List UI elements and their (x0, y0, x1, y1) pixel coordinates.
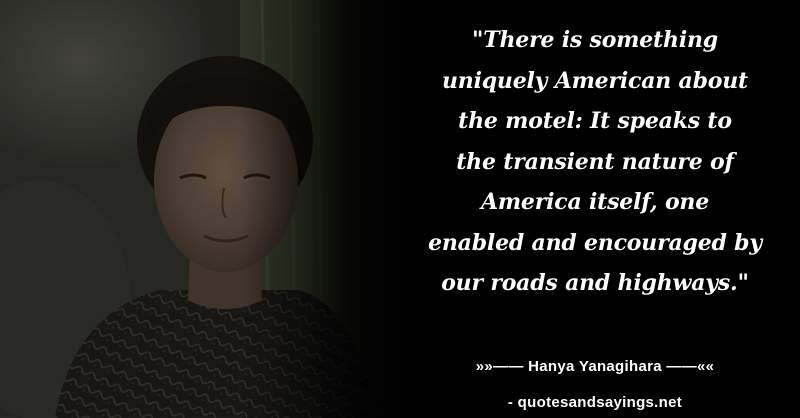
quote-line: our roads and highways." (441, 270, 749, 296)
source-site: - quotesandsayings.net (507, 394, 683, 411)
quote-line: America itself, one (480, 189, 710, 215)
quote-line: the motel: It speaks to (458, 108, 732, 134)
quote-line: uniquely American about (442, 67, 748, 94)
quote-text: "There is something uniquely American ab… (410, 20, 780, 304)
quote-line: enabled and encouraged by (428, 229, 762, 256)
author-attribution: »»—— Hanya Yanagihara ——«« (475, 358, 715, 375)
quote-card: "There is something uniquely American ab… (0, 0, 800, 418)
quote-line: "There is something (472, 27, 718, 53)
quote-line: the transient nature of (456, 148, 734, 175)
